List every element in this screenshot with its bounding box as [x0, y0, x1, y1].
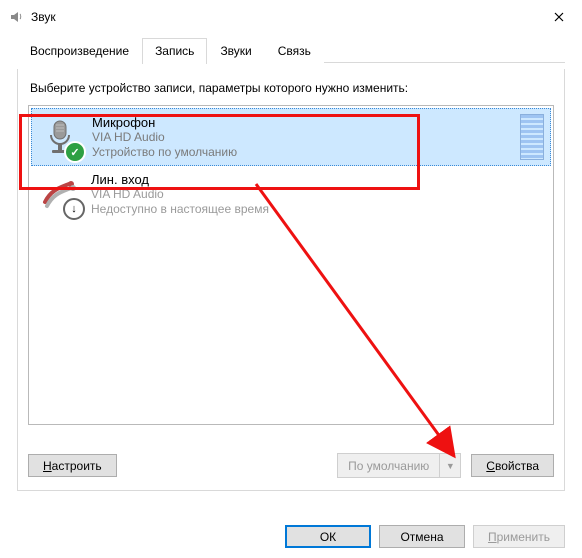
tab-communications[interactable]: Связь: [265, 38, 324, 63]
close-button[interactable]: [536, 1, 581, 33]
properties-button[interactable]: Свойства: [471, 454, 554, 477]
sound-dialog: Звук Воспроизведение Запись Звуки Связь …: [0, 0, 582, 557]
device-driver: VIA HD Audio: [91, 187, 545, 202]
cancel-button[interactable]: Отмена: [379, 525, 465, 548]
device-info: Лин. вход VIA HD Audio Недоступно в наст…: [91, 172, 545, 217]
microphone-icon: ✓: [36, 113, 84, 161]
tab-playback[interactable]: Воспроизведение: [17, 38, 142, 63]
device-name: Лин. вход: [91, 172, 545, 187]
set-default-dropdown: По умолчанию ▼: [337, 453, 461, 478]
dropdown-arrow-icon[interactable]: ▼: [440, 453, 461, 478]
dialog-buttons: ОК Отмена Применить: [285, 525, 565, 548]
linein-icon: ↓: [35, 170, 83, 218]
set-default-button[interactable]: По умолчанию: [337, 453, 440, 478]
device-name: Микрофон: [92, 115, 520, 130]
tabstrip: Воспроизведение Запись Звуки Связь: [1, 33, 581, 63]
device-row-linein[interactable]: ↓ Лин. вход VIA HD Audio Недоступно в на…: [31, 166, 551, 222]
sound-icon: [9, 9, 25, 25]
down-arrow-icon: ↓: [63, 198, 85, 220]
tab-pane: Выберите устройство записи, параметры ко…: [17, 69, 565, 491]
device-status: Недоступно в настоящее время: [91, 202, 545, 217]
ok-button[interactable]: ОК: [285, 525, 371, 548]
instruction-text: Выберите устройство записи, параметры ко…: [30, 81, 552, 95]
check-icon: ✓: [64, 141, 86, 163]
configure-button[interactable]: Настроить: [28, 454, 117, 477]
tab-sounds[interactable]: Звуки: [207, 38, 264, 63]
apply-button[interactable]: Применить: [473, 525, 565, 548]
device-row-microphone[interactable]: ✓ Микрофон VIA HD Audio Устройство по ум…: [31, 108, 551, 166]
pane-buttons: Настроить По умолчанию ▼ Свойства: [28, 453, 554, 478]
tab-recording[interactable]: Запись: [142, 38, 207, 64]
level-meter: [520, 114, 544, 160]
device-info: Микрофон VIA HD Audio Устройство по умол…: [92, 115, 520, 160]
device-status: Устройство по умолчанию: [92, 145, 520, 160]
titlebar: Звук: [1, 1, 581, 33]
window-title: Звук: [31, 10, 536, 24]
device-driver: VIA HD Audio: [92, 130, 520, 145]
device-list[interactable]: ✓ Микрофон VIA HD Audio Устройство по ум…: [28, 105, 554, 425]
